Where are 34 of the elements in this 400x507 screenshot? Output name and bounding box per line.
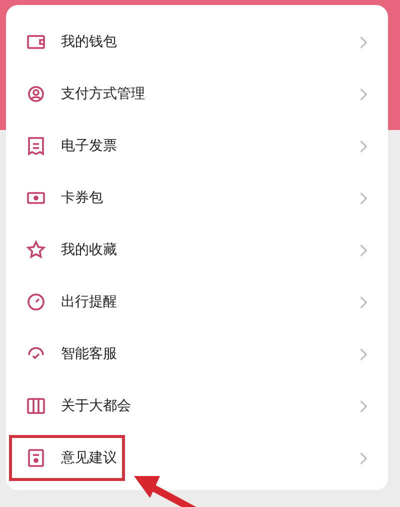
chevron-right-icon <box>359 138 368 154</box>
clock-icon <box>26 292 46 312</box>
menu-item[interactable]: 我的钱包 <box>6 16 388 68</box>
menu-label: 我的钱包 <box>61 33 118 51</box>
chevron-right-icon <box>359 294 368 310</box>
wallet-icon <box>26 32 46 52</box>
menu-label: 电子发票 <box>61 137 118 155</box>
menu-label: 支付方式管理 <box>61 85 146 103</box>
chevron-right-icon <box>359 450 368 466</box>
chevron-right-icon <box>359 190 368 206</box>
menu-item[interactable]: 出行提醒 <box>6 276 388 328</box>
chevron-right-icon <box>359 34 368 50</box>
star-icon <box>26 240 46 260</box>
menu-label: 卡券包 <box>61 189 104 207</box>
menu-item[interactable]: 支付方式管理 <box>6 68 388 120</box>
user-circle-icon <box>26 84 46 104</box>
menu-item[interactable]: 意见建议 <box>6 432 388 484</box>
menu-item[interactable]: 智能客服 <box>6 328 388 380</box>
receipt-icon <box>26 136 46 156</box>
chevron-right-icon <box>359 346 368 362</box>
menu-label: 智能客服 <box>61 345 118 363</box>
menu-label: 关于大都会 <box>61 397 132 415</box>
menu-item[interactable]: 关于大都会 <box>6 380 388 432</box>
menu-item[interactable]: 卡券包 <box>6 172 388 224</box>
document-icon <box>26 448 46 468</box>
menu-label: 我的收藏 <box>61 241 118 259</box>
menu-label: 出行提醒 <box>61 293 118 311</box>
menu-item[interactable]: 我的收藏 <box>6 224 388 276</box>
book-icon <box>26 396 46 416</box>
chevron-right-icon <box>359 398 368 414</box>
menu-item[interactable]: 电子发票 <box>6 120 388 172</box>
chevron-right-icon <box>359 242 368 258</box>
chevron-right-icon <box>359 86 368 102</box>
menu-label: 意见建议 <box>61 449 118 467</box>
